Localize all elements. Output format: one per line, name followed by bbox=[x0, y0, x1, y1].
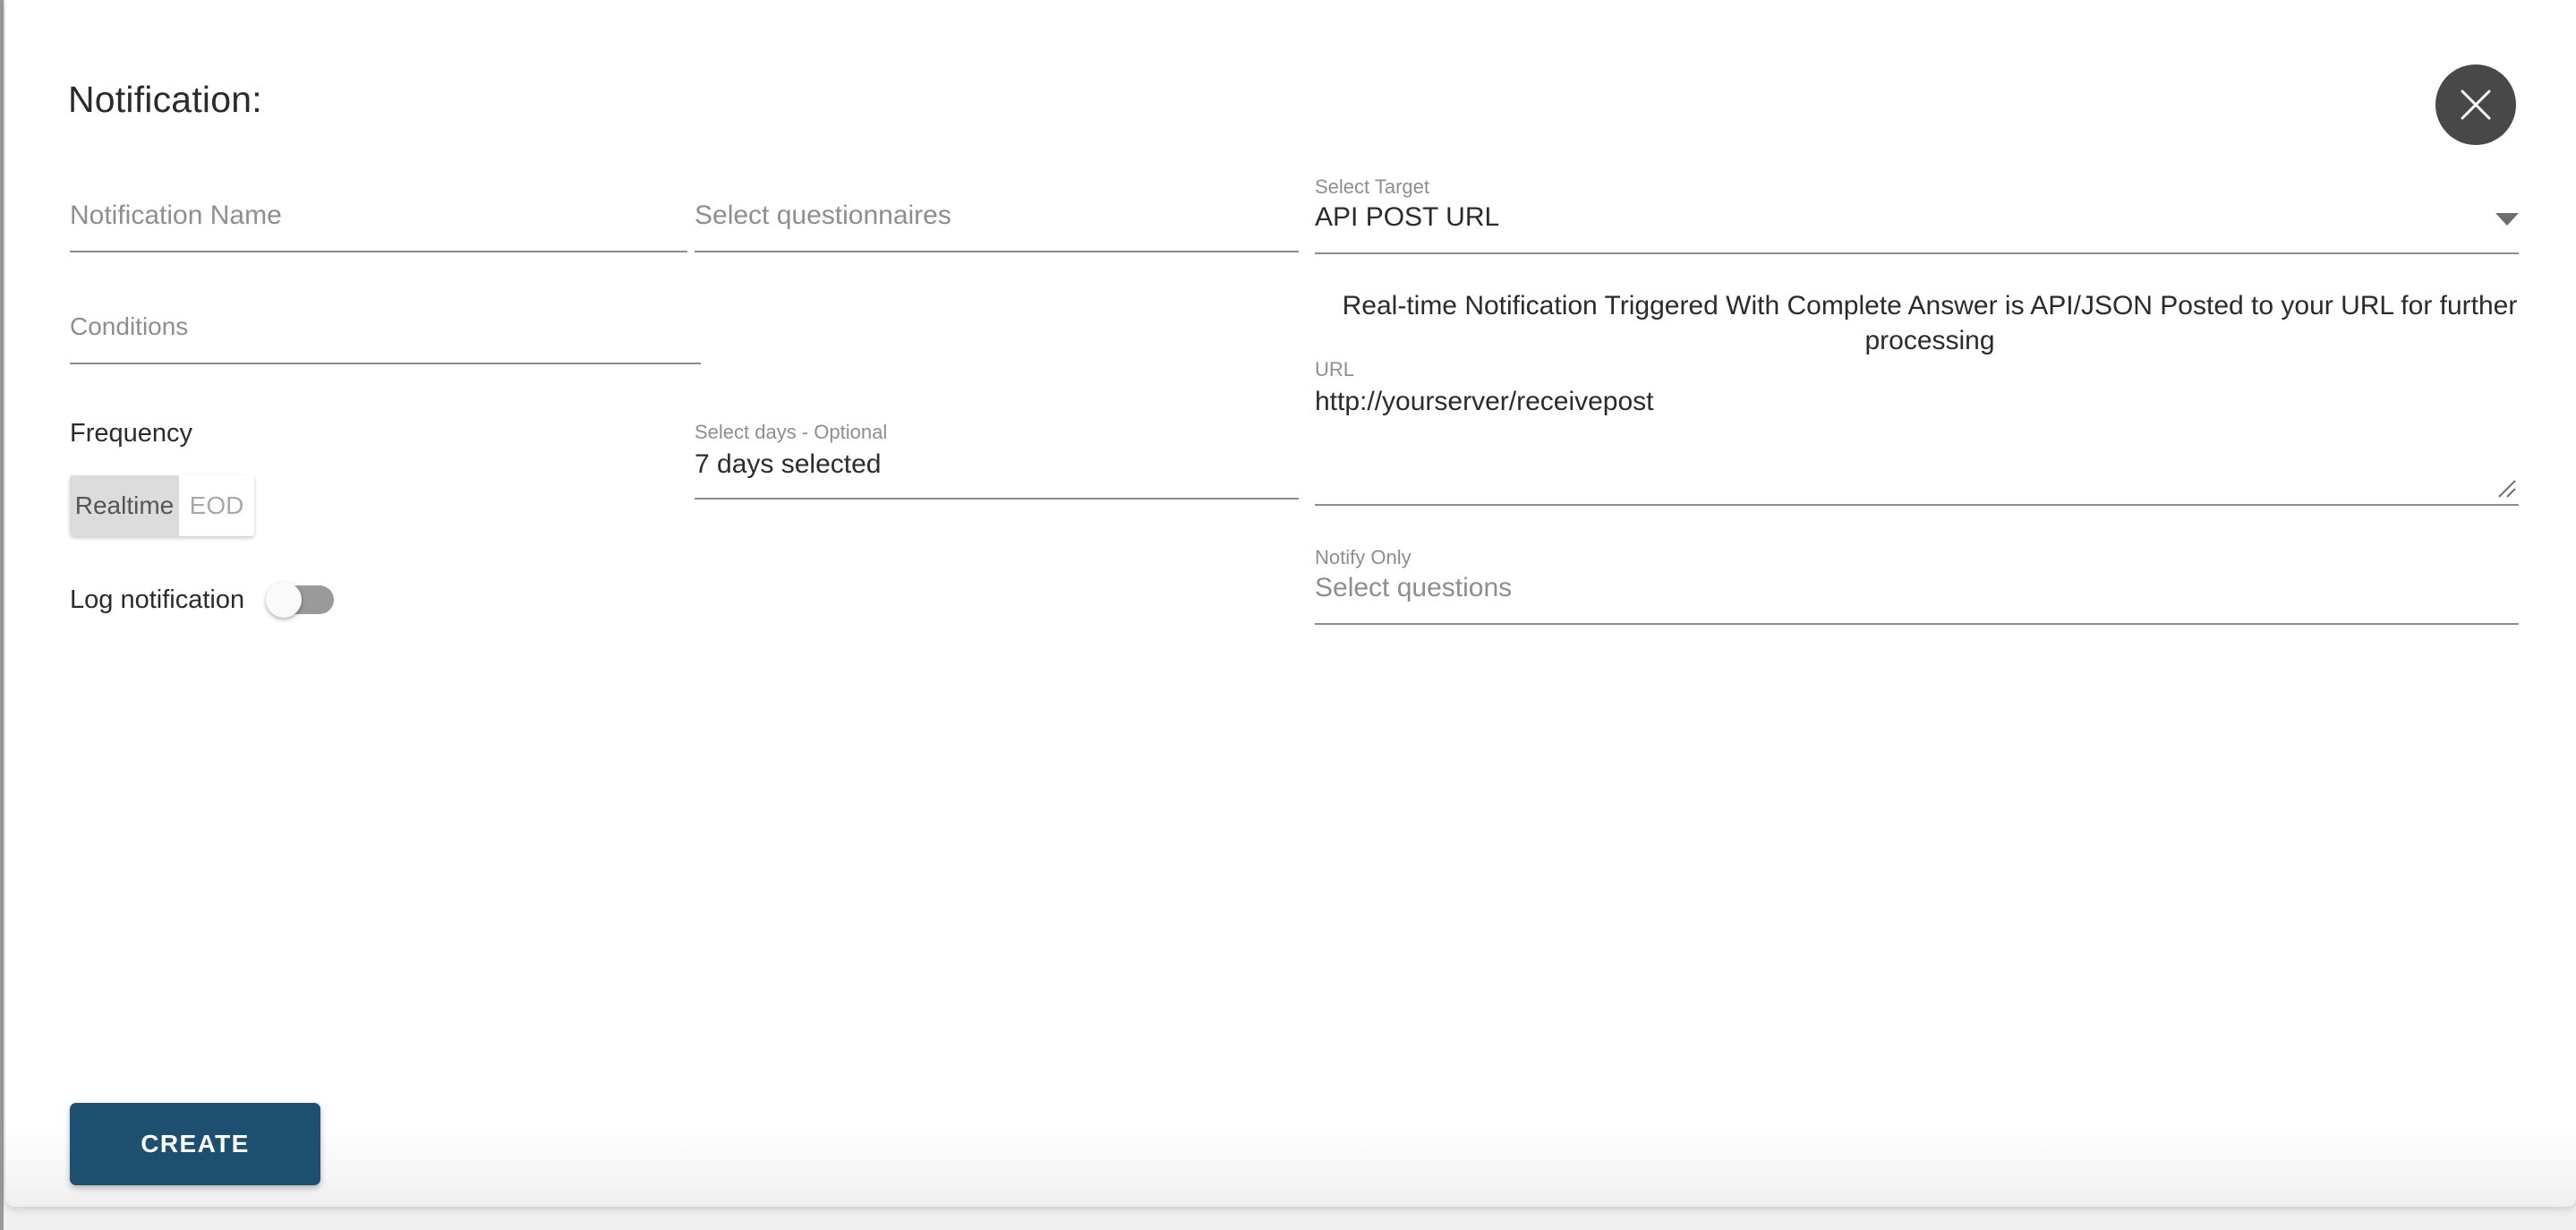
field-underline bbox=[1315, 252, 2519, 254]
select-questionnaires-field[interactable]: Select questionnaires bbox=[695, 195, 1299, 252]
frequency-option-eod[interactable]: EOD bbox=[179, 475, 254, 536]
notification-name-field[interactable]: Notification Name bbox=[70, 195, 687, 252]
notification-dialog: Notification: Notification Name Conditio… bbox=[5, 0, 2576, 1207]
conditions-placeholder: Conditions bbox=[70, 312, 189, 340]
field-underline bbox=[1315, 623, 2519, 625]
footer-area bbox=[5, 1126, 2576, 1207]
field-underline bbox=[695, 498, 1299, 500]
url-value: http://yourserver/receivepost bbox=[1315, 387, 1654, 416]
create-button[interactable]: CREATE bbox=[70, 1103, 320, 1185]
target-description: Real-time Notification Triggered With Co… bbox=[1342, 291, 2518, 355]
field-underline bbox=[70, 251, 687, 252]
select-days-value: 7 days selected bbox=[695, 449, 882, 479]
select-days-label: Select days - Optional bbox=[695, 421, 888, 443]
close-button[interactable] bbox=[2435, 64, 2516, 145]
chevron-down-icon[interactable] bbox=[2495, 213, 2519, 226]
url-field[interactable]: URL http://yourserver/receivepost bbox=[1315, 358, 2519, 506]
notification-name-placeholder: Notification Name bbox=[70, 201, 282, 230]
log-notification-row: Log notification bbox=[70, 582, 335, 618]
conditions-field[interactable]: Conditions bbox=[70, 309, 701, 364]
frequency-segmented-control: Realtime EOD bbox=[70, 475, 254, 536]
page-title: Notification: bbox=[68, 79, 262, 120]
select-questionnaires-placeholder: Select questionnaires bbox=[695, 201, 951, 230]
select-target-value: API POST URL bbox=[1315, 202, 1500, 232]
frequency-option-realtime[interactable]: Realtime bbox=[70, 475, 179, 536]
field-underline bbox=[695, 251, 1299, 252]
resize-grip-icon[interactable] bbox=[2497, 479, 2517, 499]
select-target-field[interactable]: Select Target API POST URL bbox=[1315, 175, 2519, 254]
close-icon bbox=[2435, 86, 2516, 124]
field-underline bbox=[70, 363, 701, 364]
backdrop-left-strip bbox=[0, 0, 4, 1230]
select-days-field[interactable]: Select days - Optional 7 days selected bbox=[695, 421, 1299, 500]
notify-only-placeholder: Select questions bbox=[1315, 573, 1513, 602]
url-label: URL bbox=[1315, 358, 1355, 380]
toggle-knob bbox=[266, 582, 303, 618]
log-notification-toggle[interactable] bbox=[266, 582, 335, 618]
select-target-label: Select Target bbox=[1315, 175, 1430, 198]
notify-only-label: Notify Only bbox=[1315, 546, 1412, 568]
field-underline bbox=[1315, 504, 2519, 506]
frequency-heading: Frequency bbox=[70, 419, 193, 448]
notify-only-field[interactable]: Notify Only Select questions bbox=[1315, 546, 2519, 625]
log-notification-label: Log notification bbox=[70, 585, 245, 614]
